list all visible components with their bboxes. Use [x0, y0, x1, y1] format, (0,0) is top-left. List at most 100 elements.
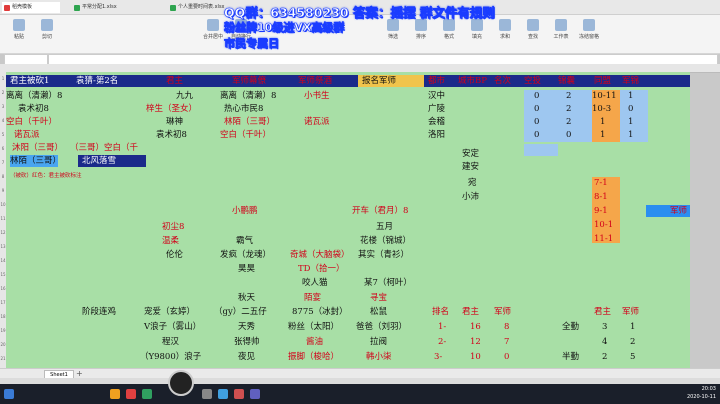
- sum-button[interactable]: 求和: [492, 19, 518, 40]
- tool-icon[interactable]: [250, 389, 260, 399]
- bottom-hdr-g: 排名: [432, 307, 450, 317]
- b1-f: 爸爸（刘羽）: [356, 322, 408, 332]
- mid-e7: 陌宴: [304, 293, 322, 303]
- cell-c1: 九九: [176, 91, 194, 101]
- city-1-tm: 10-11: [592, 91, 617, 101]
- cell-a6: 林陌（三哥）: [10, 155, 62, 167]
- b3-d: 夜见: [238, 352, 256, 362]
- b1-k: 全勤: [562, 322, 580, 332]
- fill-button[interactable]: 填充: [464, 19, 490, 40]
- b3-i: 0: [504, 352, 510, 362]
- format-button[interactable]: 格式: [436, 19, 462, 40]
- freeze-panes-button[interactable]: 冻结窗格: [576, 19, 602, 40]
- sheet-icon: [74, 5, 80, 11]
- cell-d3: 林陌（三哥）: [224, 117, 276, 127]
- side-num-5: 11-1: [594, 234, 614, 244]
- mid-d3: 霸气: [236, 236, 254, 246]
- overlay-line-3: 市民专属日: [224, 37, 280, 51]
- b1-i: 8: [504, 322, 510, 332]
- b1-e: 粉丝（太阳）: [288, 322, 340, 332]
- header-b: 袁猜-第2名: [76, 76, 119, 86]
- mid-e4: 奇城（大脑袋）: [290, 250, 350, 260]
- cell-a2: 袁术初8: [18, 104, 49, 114]
- header-d: 军师幕僚: [232, 76, 267, 86]
- bottom-hdr-c: 宠爱（玄婷）: [144, 307, 196, 317]
- spreadsheet-grid[interactable]: 君主被砍1 袁猜-第2名 君主 军师幕僚 军师祭酒 报名军师 都市 城市BP 名…: [6, 72, 690, 368]
- header-f: 报名军师: [358, 75, 424, 87]
- sort-button[interactable]: 排序: [408, 19, 434, 40]
- docer-icon: [4, 5, 10, 11]
- mid-e6: 咬人猫: [302, 278, 328, 288]
- os-taskbar: 20:03 2020-10-11: [0, 370, 720, 404]
- bottom-hdr-f: 松鼠: [370, 307, 388, 317]
- filter-button[interactable]: 筛选: [380, 19, 406, 40]
- mid-f1: 开车（君月）8: [352, 206, 409, 216]
- header-a: 君主被砍1: [10, 76, 50, 86]
- b1-g: 1-: [438, 322, 447, 332]
- city-2-tm: 10-3: [592, 104, 612, 114]
- b2-h: 12: [470, 337, 481, 347]
- mid-c2: 初尘8: [162, 222, 185, 232]
- b2-g: 2-: [438, 337, 447, 347]
- add-sheet-icon[interactable]: +: [76, 369, 83, 378]
- city-1-jn: 2: [566, 91, 572, 101]
- city-3-tm: 1: [600, 117, 606, 127]
- tab-docer[interactable]: 稻壳模板: [2, 2, 60, 13]
- b3-k: 半勤: [562, 352, 580, 362]
- side-num-4: 10-1: [594, 220, 614, 230]
- bottom-hdr-m: 军师: [622, 307, 640, 317]
- paste-button[interactable]: 粘贴: [6, 19, 32, 40]
- city-2-jn: 2: [566, 104, 572, 114]
- cell-b5: （三哥）空白（千: [70, 143, 139, 153]
- header-m: 军锦: [622, 76, 640, 86]
- app-icon[interactable]: [126, 389, 136, 399]
- city-3: 会稽: [428, 117, 446, 127]
- start-icon[interactable]: [4, 389, 14, 399]
- cell-c2: 梓生（圣女）: [146, 104, 198, 114]
- merge-center-button[interactable]: 合并居中: [200, 19, 226, 40]
- find-icon: [527, 19, 539, 31]
- chat-icon[interactable]: [218, 389, 228, 399]
- mid-c3: 温柔: [162, 236, 180, 246]
- cell-c3: 琳神: [166, 117, 184, 127]
- extra-city-1: 安定: [462, 149, 480, 159]
- b1-c: V浪子（雾山）: [144, 322, 202, 332]
- header-j: 空投: [524, 76, 542, 86]
- b1-m: 1: [630, 322, 636, 332]
- red-note: （被砍）红色：君主被砍标注: [10, 173, 82, 179]
- b2-e: 酱油: [306, 337, 324, 347]
- cut-button[interactable]: 剪切: [34, 19, 60, 40]
- clock-date: 2020-10-11: [686, 394, 716, 400]
- bottom-hdr-i: 军师: [494, 307, 512, 317]
- browser-icon[interactable]: [202, 389, 212, 399]
- bottom-hdr-h: 君主: [462, 307, 480, 317]
- cell-a4: 诺瓦派: [14, 130, 40, 140]
- b1-l: 3: [602, 322, 608, 332]
- mil-blue-bg: [620, 90, 648, 142]
- cell-e3: 诺瓦派: [304, 117, 330, 127]
- folder-icon[interactable]: [110, 389, 120, 399]
- far-right-label: 军师: [670, 206, 688, 216]
- side-num-2: 8-1: [594, 192, 608, 202]
- b2-i: 7: [504, 337, 510, 347]
- sum-icon: [499, 19, 511, 31]
- media-icon[interactable]: [234, 389, 244, 399]
- city-4-jj: 1: [628, 130, 634, 140]
- cell-a3: 空白（千叶）: [6, 117, 58, 127]
- mid-f6: 某7（柯叶）: [364, 278, 412, 288]
- b3-h: 10: [470, 352, 481, 362]
- mid-d1: 小鹏鹏: [232, 206, 258, 216]
- extra-city-4: 小沛: [462, 192, 480, 202]
- find-button[interactable]: 查找: [520, 19, 546, 40]
- worksheet-button[interactable]: 工作表: [548, 19, 574, 40]
- merge-icon: [207, 19, 219, 31]
- header-h: 城市BP: [458, 76, 487, 86]
- b2-l: 4: [602, 337, 608, 347]
- header-l: 同盟: [594, 76, 612, 86]
- city-4-jn: 0: [566, 130, 572, 140]
- tab-schedule-1[interactable]: 平常分配1.xlsx: [72, 2, 142, 13]
- city-4-tm: 1: [600, 130, 606, 140]
- sheet-app-icon[interactable]: [142, 389, 152, 399]
- cell-d1: 离离（清濑）8: [220, 91, 277, 101]
- clock-time: 20:03: [701, 386, 716, 392]
